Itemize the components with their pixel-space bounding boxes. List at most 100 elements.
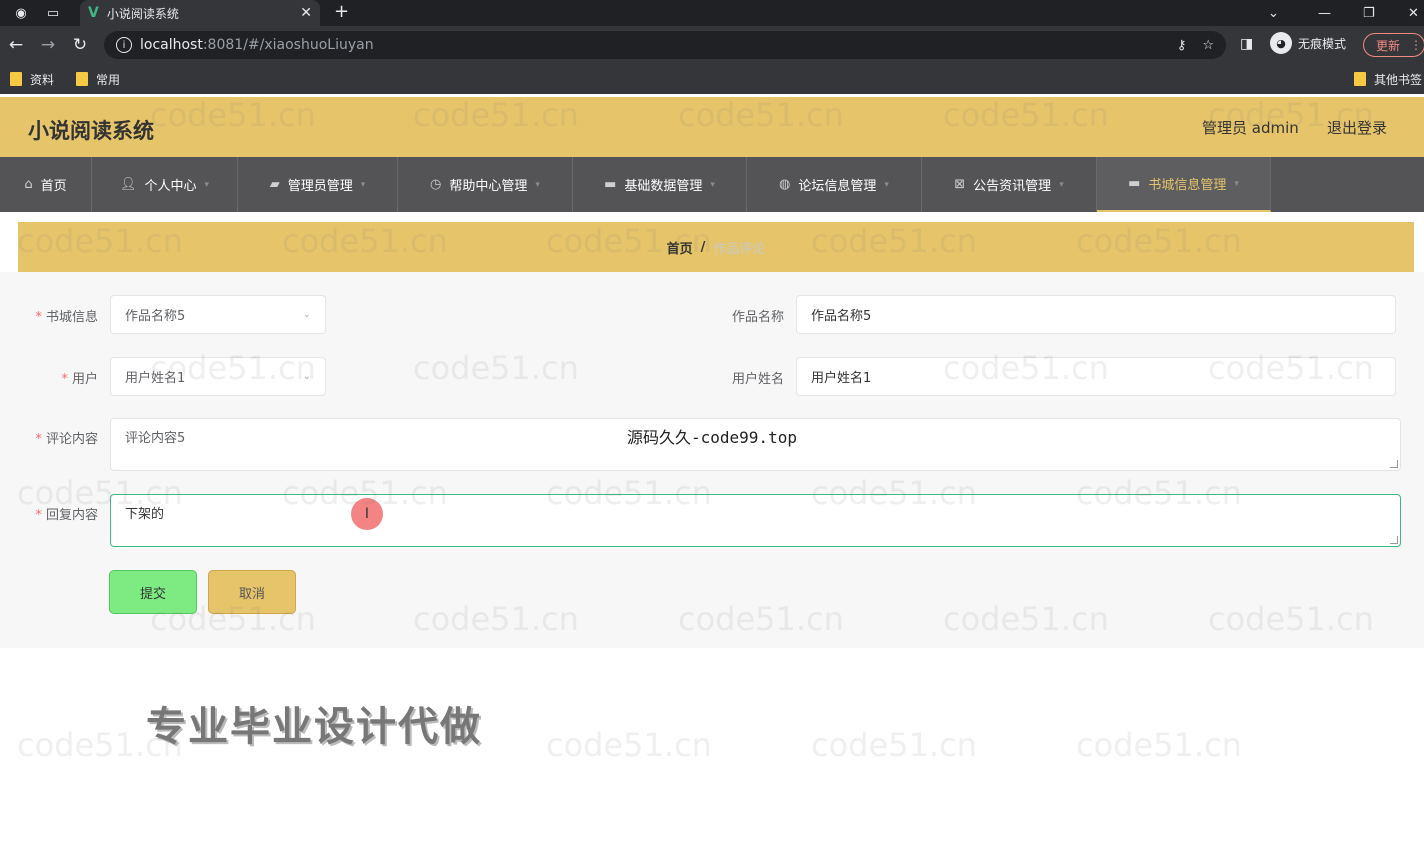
user-label: * 用户 xyxy=(61,372,98,387)
menu-item-notice[interactable]: ⊠ 公告资讯管理 ▾ xyxy=(922,157,1097,212)
resize-handle[interactable] xyxy=(1390,536,1398,544)
menu-label: 论坛信息管理 xyxy=(798,179,877,194)
menu-label: 管理员管理 xyxy=(287,179,353,194)
update-label: 更新 xyxy=(1376,38,1401,53)
app-header: 小说阅读系统 管理员 admin 退出登录 xyxy=(0,97,1424,157)
close-square-icon: ⊠ xyxy=(954,177,966,192)
incognito-icon: ◕ xyxy=(1270,32,1292,54)
reload-icon[interactable]: ↻ xyxy=(64,35,96,55)
folder-icon xyxy=(10,72,22,86)
user-icon: 👤︎ xyxy=(119,177,137,192)
url-input[interactable]: i localhost :8081/#/xiaoshuoLiuyan ⚷ ☆ xyxy=(104,31,1226,59)
chevron-down-icon: ▾ xyxy=(1234,178,1239,189)
app-title: 小说阅读系统 xyxy=(28,119,154,143)
comment-value: 评论内容5 xyxy=(125,431,186,446)
vue-logo-icon: V xyxy=(88,5,99,21)
bookmark-star-icon[interactable]: ☆ xyxy=(1202,38,1214,53)
globe-icon: ◍ xyxy=(779,177,791,192)
book-select[interactable]: 作品名称5 ⌄ xyxy=(110,295,326,334)
site-info-icon[interactable]: i xyxy=(116,37,132,53)
chevron-down-icon: ▾ xyxy=(204,179,210,190)
cancel-button[interactable]: 取消 xyxy=(208,570,296,614)
bookmark-label: 资料 xyxy=(30,72,55,87)
browser-menu-icon[interactable]: ◉ xyxy=(10,2,32,24)
breadcrumb-home[interactable]: 首页 xyxy=(667,238,693,257)
tab-search-icon[interactable]: ⌄ xyxy=(1268,0,1279,26)
book-select-value: 作品名称5 xyxy=(125,309,186,324)
comment-label: * 评论内容 xyxy=(35,432,98,447)
incognito-indicator[interactable]: ◕ 无痕模式 xyxy=(1270,32,1346,54)
bookmarks-bar: 资料 常用 其他书签 xyxy=(0,64,1424,94)
work-name-value: 作品名称5 xyxy=(811,309,872,324)
minimize-icon[interactable]: — xyxy=(1318,0,1331,26)
sidepanel-icon[interactable]: ◨ xyxy=(1240,36,1253,52)
new-tab-icon[interactable]: + xyxy=(334,1,349,22)
folder-icon xyxy=(76,72,89,86)
menu-label: 书城信息管理 xyxy=(1148,178,1227,193)
monitor-icon: ▬ xyxy=(604,177,617,192)
url-host: localhost xyxy=(140,37,203,53)
breadcrumb-current: 作品评论 xyxy=(713,241,766,257)
restore-icon[interactable]: ❐ xyxy=(1363,0,1375,26)
bookmark-label: 常用 xyxy=(96,72,121,87)
user-name-label: 用户姓名 xyxy=(731,372,784,387)
user-name-field[interactable]: 用户姓名1 xyxy=(796,357,1396,396)
resize-handle[interactable] xyxy=(1390,460,1398,468)
reply-label: * 回复内容 xyxy=(35,508,98,523)
menu-label: 帮助中心管理 xyxy=(449,179,528,194)
menu-item-home[interactable]: ⌂ 首页 xyxy=(0,157,92,212)
menu-item-forum[interactable]: ◍ 论坛信息管理 ▾ xyxy=(747,157,922,212)
key-icon[interactable]: ⚷ xyxy=(1177,38,1187,53)
close-window-icon[interactable]: ✕ xyxy=(1408,0,1419,26)
user-select[interactable]: 用户姓名1 ⌄ xyxy=(110,357,326,396)
main-menu: ⌂ 首页 👤︎ 个人中心 ▾ ▰ 管理员管理 ▾ ◷ 帮助中心管理 ▾ ▬ 基础… xyxy=(0,157,1424,212)
watermark: code51.cn xyxy=(546,726,712,764)
submit-button[interactable]: 提交 xyxy=(109,570,197,614)
logout-link[interactable]: 退出登录 xyxy=(1327,117,1387,138)
menu-item-profile[interactable]: 👤︎ 个人中心 ▾ xyxy=(92,157,238,212)
menu-label: 基础数据管理 xyxy=(624,179,703,194)
work-name-label: 作品名称 xyxy=(731,310,784,325)
chevron-down-icon: ▾ xyxy=(535,179,540,190)
bookmark-label: 其他书签 xyxy=(1374,72,1423,87)
reply-textarea[interactable]: 下架的 xyxy=(110,494,1401,547)
admin-label: 管理员 admin xyxy=(1202,119,1299,137)
chevron-down-icon: ⌄ xyxy=(302,371,311,382)
book-label: * 书城信息 xyxy=(35,310,98,325)
more-menu-icon[interactable]: ⋮ xyxy=(1410,38,1422,52)
chevron-down-icon: ▾ xyxy=(884,179,889,190)
incognito-label: 无痕模式 xyxy=(1298,36,1347,51)
address-toolbar: ← → ↻ i localhost :8081/#/xiaoshuoLiuyan… xyxy=(0,26,1424,64)
menu-item-admin[interactable]: ▰ 管理员管理 ▾ xyxy=(238,157,398,212)
bookmark-folder-ziliao[interactable]: 资料 xyxy=(10,71,54,88)
url-path: :8081/#/xiaoshuoLiuyan xyxy=(202,37,374,53)
tab-list-icon[interactable]: ▭ xyxy=(42,2,64,24)
bookmark-folder-changyong[interactable]: 常用 xyxy=(76,71,120,88)
menu-label: 首页 xyxy=(40,179,67,194)
clock-icon: ◷ xyxy=(430,177,442,192)
menu-item-basic-data[interactable]: ▬ 基础数据管理 ▾ xyxy=(573,157,747,212)
tab-close-icon[interactable]: ✕ xyxy=(300,5,312,21)
tab-title: 小说阅读系统 xyxy=(106,6,179,21)
home-icon: ⌂ xyxy=(24,177,33,192)
menu-label: 个人中心 xyxy=(144,179,197,194)
browser-tab-bar: ◉ ▭ V 小说阅读系统 ✕ + ⌄ — ❐ ✕ xyxy=(0,0,1424,26)
browser-tab[interactable]: V 小说阅读系统 ✕ xyxy=(80,0,320,26)
back-icon[interactable]: ← xyxy=(0,35,32,55)
chevron-down-icon: ▾ xyxy=(1059,179,1064,190)
menu-item-help[interactable]: ◷ 帮助中心管理 ▾ xyxy=(398,157,573,212)
user-select-value: 用户姓名1 xyxy=(125,371,186,386)
forward-icon[interactable]: → xyxy=(32,35,64,55)
menu-item-bookstore[interactable]: ▬ 书城信息管理 ▾ xyxy=(1097,157,1271,212)
work-name-field[interactable]: 作品名称5 xyxy=(796,295,1396,334)
reply-value: 下架的 xyxy=(125,507,165,522)
bookmark-folder-other[interactable]: 其他书签 xyxy=(1354,71,1422,88)
breadcrumb: 首页 / 作品评论 xyxy=(18,222,1414,272)
chevron-down-icon: ⌄ xyxy=(302,309,311,320)
folder-icon xyxy=(1354,72,1366,86)
monitor-icon: ▬ xyxy=(1128,176,1141,191)
update-button[interactable]: 更新 ⋮ xyxy=(1363,33,1424,57)
menu-label: 公告资讯管理 xyxy=(973,179,1052,194)
watermark: code51.cn xyxy=(1076,726,1242,764)
promo-text: 专业毕业设计代做 xyxy=(146,704,482,750)
